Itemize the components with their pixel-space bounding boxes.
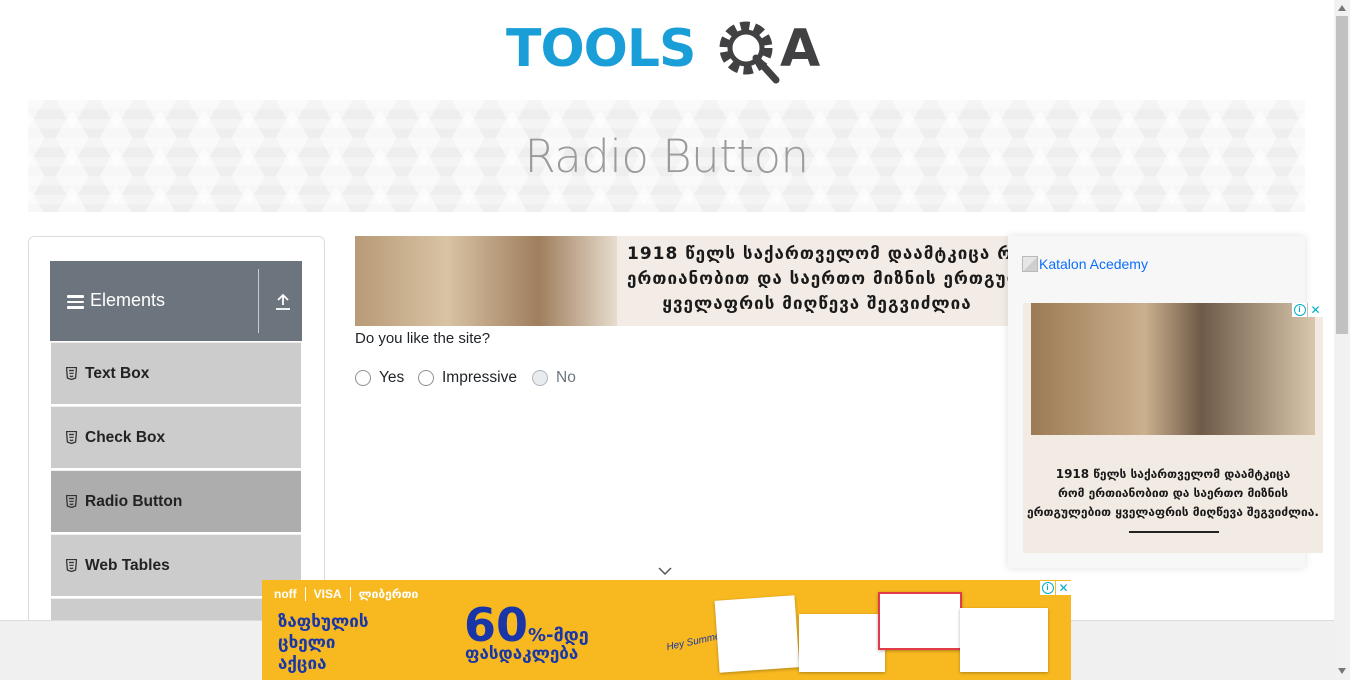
- logo-text-left: TOOLS: [506, 19, 695, 79]
- percent-suffix: %-მდე: [528, 625, 589, 646]
- sidebar-group-label: Elements: [90, 290, 166, 310]
- scrollbar[interactable]: [1334, 0, 1350, 680]
- html5-icon: [66, 559, 77, 572]
- radio-label-no: No: [556, 369, 576, 386]
- slogan-line: ზაფხულის: [278, 612, 369, 632]
- ad-banner-top[interactable]: 1918 წელს საქართველომ დაამტკიცა რ ერთიან…: [355, 236, 1008, 326]
- ad-close-icon[interactable]: ✕: [1056, 581, 1071, 595]
- radio-label-yes[interactable]: Yes: [379, 369, 404, 387]
- ad-text: 1918 წელს საქართველომ დაამტკიცა რ ერთიან…: [627, 242, 1008, 317]
- ad-slogan: ზაფხულის ცხელი აქცია: [278, 612, 368, 675]
- ad-sidebar-right: Katalon Acedemy 1918 წელს საქართველომ და…: [1008, 236, 1323, 568]
- gear-icon: [719, 21, 780, 84]
- product-card: [960, 608, 1048, 672]
- ad-banner-bottom[interactable]: noff VISA ლიბერთი ზაფხულის ცხელი აქცია 6…: [262, 580, 1071, 680]
- menu-icon: [67, 295, 84, 309]
- sidebar-item-check-box[interactable]: Check Box: [51, 406, 301, 468]
- radio-input-no: [532, 370, 548, 386]
- ad-info-icon[interactable]: i: [1040, 581, 1055, 595]
- html5-icon: [66, 431, 77, 444]
- radio-input-impressive[interactable]: [418, 370, 434, 386]
- sidebar-item-text-box[interactable]: Text Box: [51, 342, 301, 404]
- sidebar-item-label: Radio Button: [85, 492, 183, 510]
- html5-icon: [66, 367, 77, 380]
- page-title: Radio Button: [524, 129, 809, 183]
- ad-close-icon[interactable]: ✕: [1308, 303, 1323, 317]
- ad-brands: noff VISA ლიბერთი: [274, 587, 426, 601]
- sidebar-item-label: Web Tables: [85, 556, 170, 574]
- logo-text-right: A: [780, 19, 820, 79]
- header-divider: [258, 269, 259, 333]
- sidebar-group-elements[interactable]: Elements: [50, 261, 302, 341]
- slogan-line: ცხელი: [278, 633, 336, 653]
- ad-text: 1918 წელს საქართველომ დაამტკიცა რომ ერთი…: [1023, 465, 1323, 522]
- ad-discount: ფასდაკლება: [465, 644, 579, 664]
- ad-photo: [355, 236, 617, 326]
- chevron-down-icon[interactable]: [658, 566, 672, 576]
- ad-divider: [1129, 531, 1219, 533]
- ad-line: ყველაფრის მიღწევა შეგვიძლია: [662, 294, 972, 314]
- page: TOOLS A Radio Button Elements Text Box C…: [0, 0, 1350, 680]
- broken-image-icon: [1022, 256, 1038, 272]
- product-card: [714, 595, 800, 673]
- radio-label-impressive[interactable]: Impressive: [442, 369, 517, 387]
- radio-question: Do you like the site?: [355, 330, 491, 347]
- ad-photo: [1031, 303, 1315, 435]
- ad-line: რომ ერთიანობით და საერთო მიზნის: [1057, 486, 1289, 500]
- radio-impressive[interactable]: Impressive: [418, 369, 517, 387]
- scroll-up-icon[interactable]: [1338, 5, 1346, 11]
- product-card: [799, 614, 885, 672]
- brand-noff: noff: [274, 587, 306, 601]
- ad-line: ერთიანობით და საერთო მიზნის ერთგულ: [627, 269, 1008, 289]
- scroll-down-icon[interactable]: [1338, 668, 1346, 674]
- radio-input-yes[interactable]: [355, 370, 371, 386]
- page-banner: Radio Button: [28, 100, 1305, 212]
- ad-line: 1918 წელს საქართველომ დაამტკიცა: [1055, 467, 1291, 481]
- ad-info-icon[interactable]: i: [1292, 303, 1307, 317]
- ad-line: 1918 წელს საქართველომ დაამტკიცა რ: [627, 244, 1008, 264]
- toolsqa-logo[interactable]: TOOLS A: [506, 14, 832, 92]
- sidebar-item-radio-button[interactable]: Radio Button: [51, 470, 301, 532]
- radio-no: No: [532, 369, 576, 387]
- brand-liberty: ლიბერთი: [358, 587, 419, 601]
- scrollbar-thumb[interactable]: [1336, 16, 1348, 334]
- html5-icon: [66, 495, 77, 508]
- sidebar-item-label: Check Box: [85, 428, 166, 446]
- brand-visa: VISA: [314, 587, 351, 601]
- ad-line: ერთგულებით ყველაფრის მიღწევა შეგვიძლია.: [1026, 505, 1319, 519]
- slogan-line: აქცია: [278, 654, 327, 674]
- katalon-academy-link-text[interactable]: Katalon Acedemy: [1039, 256, 1148, 272]
- product-card: [878, 592, 962, 650]
- sidebar-item-label: Text Box: [85, 364, 150, 382]
- radio-yes[interactable]: Yes: [355, 369, 404, 387]
- ad-right-creative[interactable]: 1918 წელს საქართველომ დაამტკიცა რომ ერთი…: [1023, 303, 1323, 553]
- katalon-academy-link[interactable]: Katalon Acedemy: [1022, 256, 1148, 272]
- collapse-up-icon[interactable]: [275, 293, 291, 311]
